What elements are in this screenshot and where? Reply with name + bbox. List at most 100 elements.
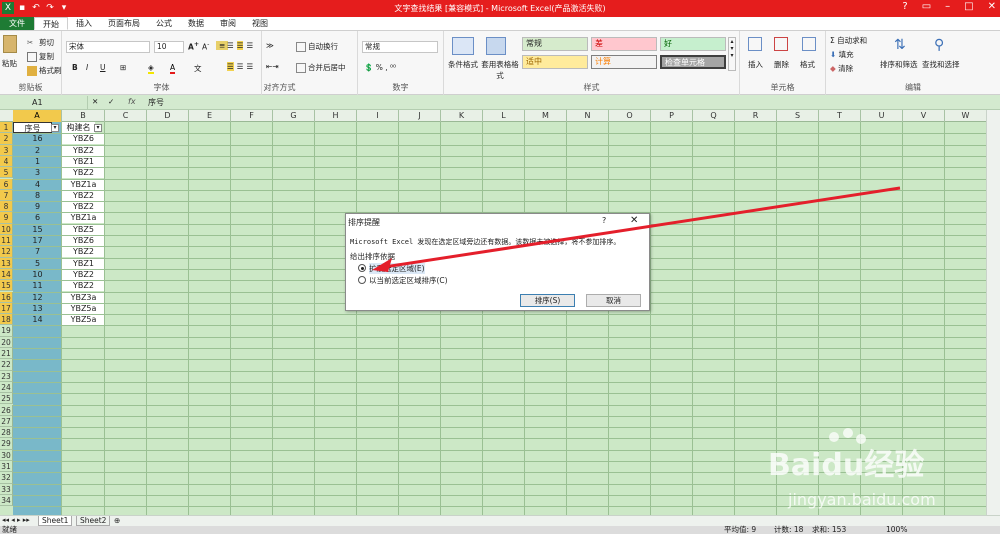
align-bottom-icon[interactable]: ☰ [246,41,253,50]
conditional-format-icon[interactable] [452,37,474,55]
column-header-i[interactable]: I [357,110,399,122]
column-header-m[interactable]: M [525,110,567,122]
column-header-u[interactable]: U [861,110,903,122]
row-header[interactable]: 15 [0,280,13,292]
style-bad[interactable]: 差 [591,37,657,51]
column-header-r[interactable]: R [735,110,777,122]
row-header[interactable]: 31 [0,461,13,473]
cell-b[interactable]: YBZ1a [62,212,105,224]
filter-dropdown-icon[interactable]: ▾ [94,123,102,132]
fill-color-icon[interactable]: ◈ [148,63,154,74]
insert-function-icon[interactable]: fx [128,97,136,106]
column-header-g[interactable]: G [273,110,315,122]
cell-a[interactable]: 9 [13,201,62,212]
row-header[interactable]: 16 [0,291,13,303]
tab-insert[interactable]: 插入 [68,17,100,30]
header-cell-b[interactable]: 构建名 [62,122,95,133]
row-header[interactable]: 5 [0,167,13,179]
cell-a[interactable]: 4 [13,179,62,190]
font-color-icon[interactable]: A [170,63,176,74]
autosum-button[interactable]: Σ 自动求和 [830,35,867,46]
cell-b[interactable]: YBZ6 [62,235,105,246]
vertical-scrollbar[interactable] [986,110,1000,515]
column-header-q[interactable]: Q [693,110,735,122]
insert-cells-button[interactable]: 插入 [748,59,763,70]
cell-b[interactable]: YBZ6 [62,133,105,145]
column-header-s[interactable]: S [777,110,819,122]
row-header[interactable]: 12 [0,246,13,258]
row-header[interactable]: 14 [0,268,13,281]
conditional-format-button[interactable]: 条件格式 [448,59,478,70]
cell-a[interactable]: 5 [13,258,62,269]
italic-icon[interactable]: I [86,63,88,72]
row-header[interactable]: 6 [0,178,13,190]
cancel-entry-icon[interactable]: ✕ [92,97,98,106]
sheet-nav-icons[interactable]: ◂◂ ◂ ▸ ▸▸ [2,516,30,524]
style-check-cell[interactable]: 检查单元格 [660,55,726,69]
expand-selection-label[interactable]: 扩展选定区域(E) [369,263,425,274]
column-header-f[interactable]: F [231,110,273,122]
cell-b[interactable]: YBZ5a [62,314,105,326]
row-header[interactable]: 10 [0,223,13,235]
cell-b[interactable]: YBZ2 [62,189,105,201]
cell-a[interactable]: 10 [13,269,62,280]
row-header[interactable]: 27 [0,415,13,428]
expand-selection-radio[interactable] [358,264,366,272]
underline-icon[interactable]: U [100,63,106,72]
column-header-t[interactable]: T [819,110,861,122]
font-size-select[interactable]: 10 [154,41,184,53]
cell-b[interactable]: YBZ5a [62,302,105,314]
row-header[interactable]: 21 [0,348,13,360]
dialog-close-icon[interactable]: ✕ [630,215,638,226]
filter-dropdown-icon[interactable]: ▾ [51,123,59,132]
row-header[interactable]: 17 [0,302,13,315]
sort-filter-icon[interactable]: ⇅ [894,37,906,53]
current-selection-label[interactable]: 以当前选定区域排序(C) [369,275,448,286]
style-neutral[interactable]: 适中 [522,55,588,69]
align-left-icon[interactable]: ☰ [227,62,234,71]
cell-a[interactable]: 6 [13,212,62,223]
column-header-l[interactable]: L [483,110,525,122]
grow-font-icon[interactable]: A+ [188,41,199,52]
name-box[interactable]: A1 [0,96,88,109]
tab-file[interactable]: 文件 [0,17,34,30]
copy-button[interactable]: 复制 [27,51,54,62]
cell-b[interactable]: YBZ2 [62,167,105,179]
column-header-a[interactable]: A [13,110,62,122]
row-header[interactable]: 18 [0,314,13,326]
cell-a[interactable]: 17 [13,235,62,246]
cancel-button[interactable]: 取消 [586,294,641,307]
clear-button[interactable]: ◆ 清除 [830,63,853,74]
cell-a[interactable]: 16 [13,133,62,144]
find-select-button[interactable]: 查找和选择 [922,59,960,70]
format-cells-button[interactable]: 格式 [800,59,815,70]
close-icon[interactable]: ✕ [988,1,996,12]
table-format-icon[interactable] [486,37,506,55]
paste-button[interactable]: 粘贴 [2,58,17,69]
row-header[interactable]: 11 [0,235,13,247]
row-header[interactable]: 3 [0,144,13,156]
column-header-b[interactable]: B [62,110,105,122]
row-header[interactable]: 25 [0,393,13,405]
style-normal[interactable]: 常规 [522,37,588,51]
column-header-d[interactable]: D [147,110,189,122]
cut-button[interactable]: ✂ 剪切 [27,37,54,48]
find-select-icon[interactable]: ⚲ [934,37,944,53]
align-center-icon[interactable]: ☰ [237,62,244,71]
cell-a[interactable]: 11 [13,280,62,291]
row-header[interactable]: 34 [0,494,13,507]
tab-data[interactable]: 数据 [180,17,212,30]
formula-input[interactable]: 序号 [148,97,164,108]
row-header[interactable]: 7 [0,189,13,202]
sort-button[interactable]: 排序(S) [520,294,575,307]
current-selection-radio[interactable] [358,276,366,284]
delete-cells-icon[interactable] [774,37,788,51]
cell-b[interactable]: YBZ1 [62,257,105,269]
align-right-icon[interactable]: ☰ [246,62,253,71]
row-header[interactable]: 20 [0,336,13,348]
confirm-entry-icon[interactable]: ✓ [108,97,114,106]
styles-more-icon[interactable]: ▴ ▾ ▾ [728,37,736,71]
cell-a[interactable]: 2 [13,145,62,156]
maximize-icon[interactable]: □ [964,1,973,12]
row-header[interactable]: 32 [0,472,13,484]
